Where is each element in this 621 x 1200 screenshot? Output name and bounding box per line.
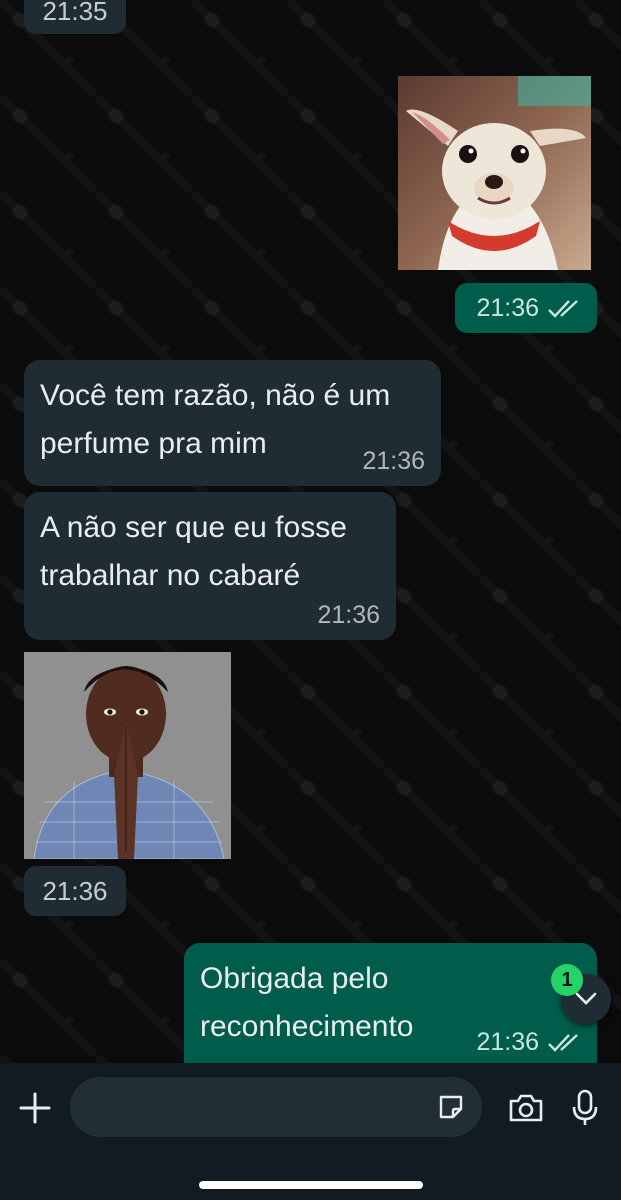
microphone-button[interactable]: [568, 1087, 602, 1129]
dog-photo: [398, 76, 591, 270]
message-time: 21:36: [476, 1028, 539, 1056]
message-input[interactable]: [70, 1077, 482, 1137]
sticker-button[interactable]: [434, 1090, 468, 1124]
chat-area[interactable]: 21:35 21:36 Você tem razão, não é um per…: [0, 0, 621, 1063]
man-image-time-bubble: 21:36: [24, 866, 126, 916]
incoming-message[interactable]: Você tem razão, não é um perfume pra mim…: [24, 360, 441, 486]
chevron-down-icon: [575, 992, 597, 1005]
man-photo: [24, 652, 231, 859]
input-bar: [0, 1063, 621, 1200]
timestamp-bubble: 21:35: [24, 0, 126, 34]
message-text: A não ser que eu fosse trabalhar no caba…: [40, 511, 347, 592]
sticker-icon: [439, 1095, 463, 1119]
plus-icon: [19, 1092, 51, 1124]
message-time: 21:36: [42, 876, 108, 906]
double-check-icon: [548, 1033, 578, 1052]
message-time: 21:36: [362, 447, 425, 475]
outgoing-message[interactable]: Obrigada pelo reconhecimento 21:36: [184, 943, 597, 1063]
camera-icon: [509, 1094, 543, 1122]
incoming-message[interactable]: A não ser que eu fosse trabalhar no caba…: [24, 492, 396, 640]
message-time: 21:36: [476, 294, 539, 322]
man-image[interactable]: [24, 652, 231, 859]
attach-button[interactable]: [16, 1089, 54, 1127]
home-indicator: [199, 1181, 423, 1189]
dog-image[interactable]: [398, 76, 591, 270]
message-time: 21:36: [317, 601, 380, 629]
double-check-icon: [548, 299, 578, 318]
camera-button[interactable]: [505, 1089, 547, 1127]
timestamp-text: 21:35: [42, 0, 108, 26]
unread-count: 1: [561, 968, 573, 991]
microphone-icon: [572, 1089, 598, 1125]
unread-badge: 1: [551, 964, 583, 996]
dog-image-time-bubble: 21:36: [455, 283, 597, 333]
